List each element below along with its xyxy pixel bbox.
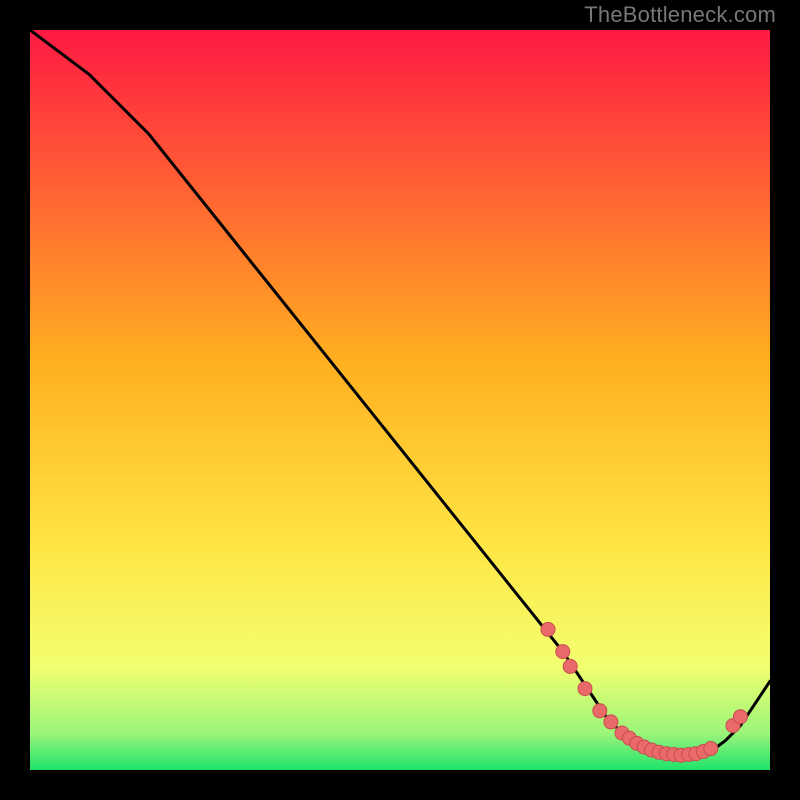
data-marker — [541, 622, 555, 636]
data-marker — [563, 659, 577, 673]
watermark-text: TheBottleneck.com — [584, 2, 776, 28]
data-marker — [604, 715, 618, 729]
data-marker — [593, 704, 607, 718]
chart-frame — [20, 20, 780, 780]
data-marker — [733, 710, 747, 724]
data-marker — [578, 682, 592, 696]
data-marker — [556, 645, 570, 659]
bottleneck-chart — [30, 30, 770, 770]
data-marker — [704, 742, 718, 756]
gradient-background — [30, 30, 770, 770]
